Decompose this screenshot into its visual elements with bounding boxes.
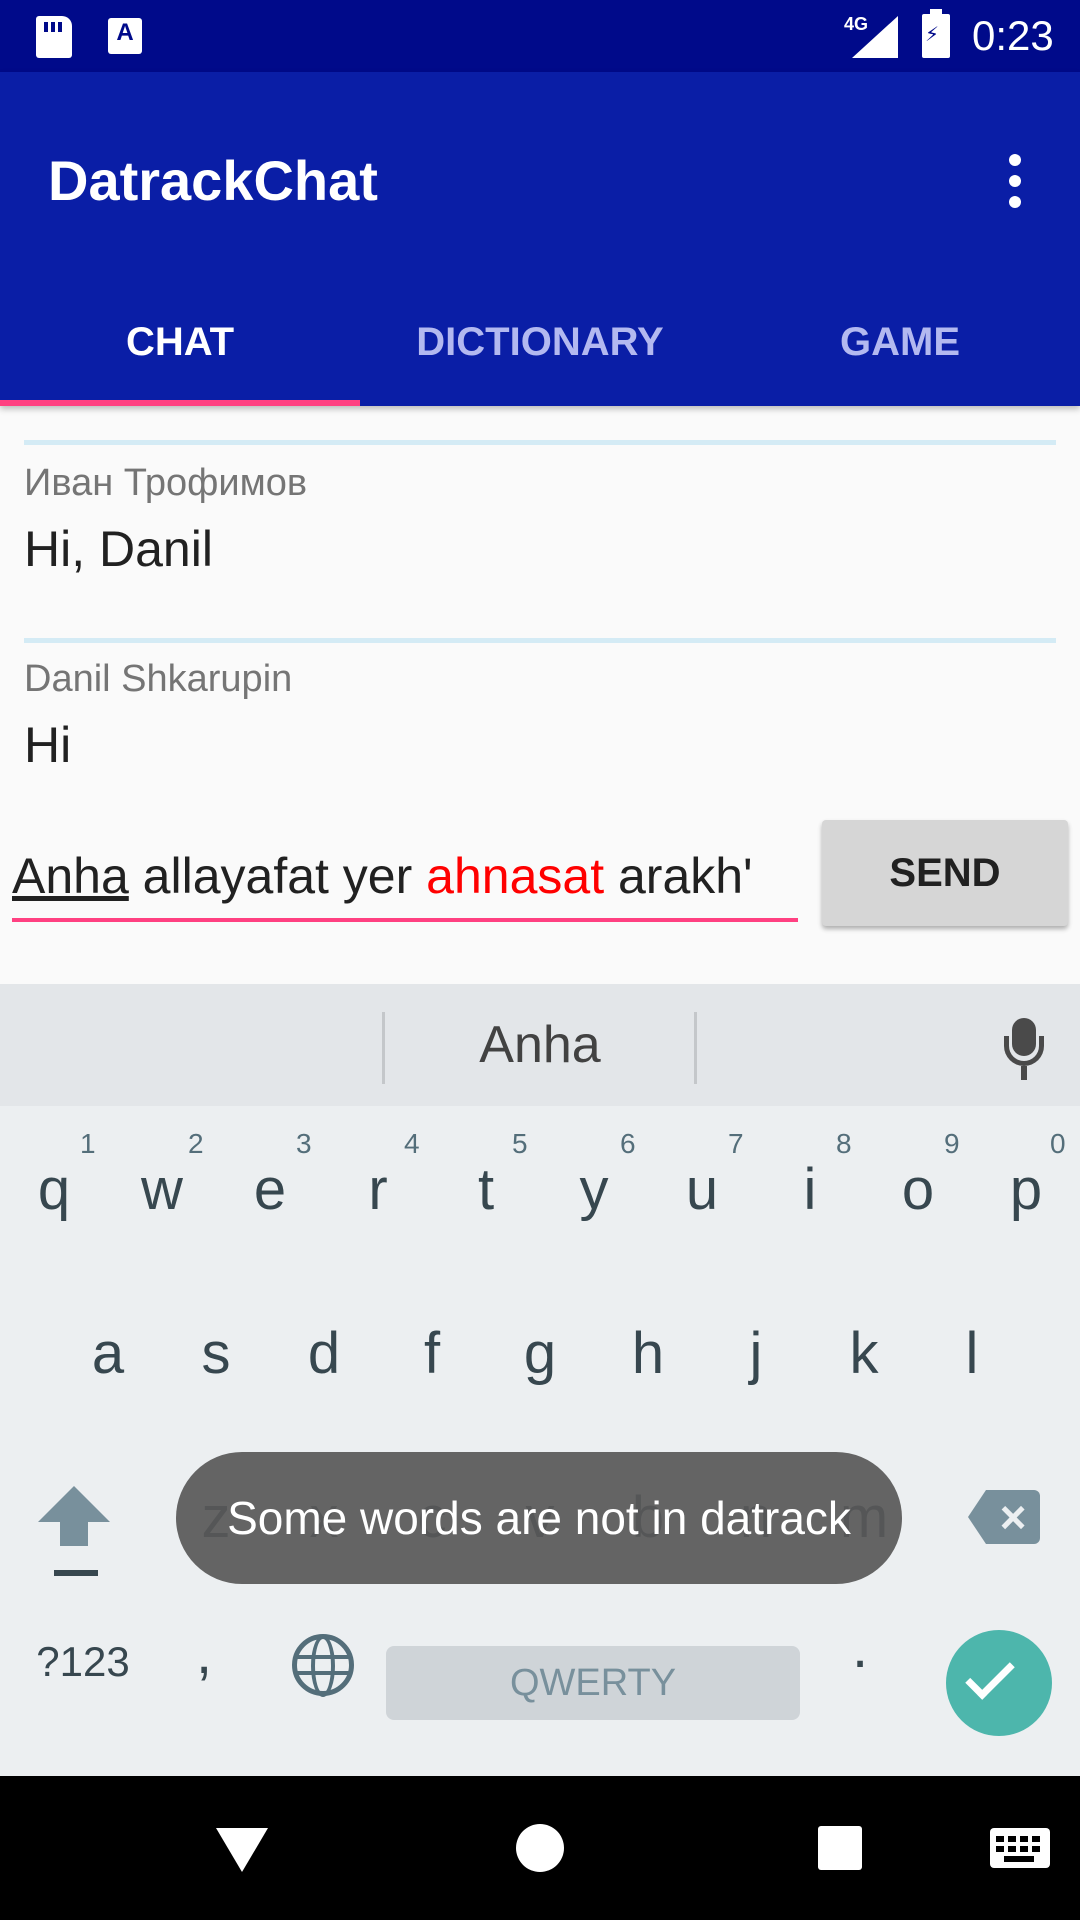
key-q[interactable]: q [0, 1156, 108, 1223]
suggestion-bar: Anha [0, 984, 1080, 1106]
key-f[interactable]: f [378, 1320, 486, 1387]
suggestion-separator [694, 1012, 697, 1084]
key-hint-3: 3 [296, 1128, 312, 1159]
message-author: Danil Shkarupin [24, 658, 293, 700]
input-underline [12, 918, 798, 922]
key-h[interactable]: h [594, 1320, 702, 1387]
home-icon[interactable] [516, 1824, 564, 1872]
system-nav-bar [0, 1776, 1080, 1920]
message-author: Иван Трофимов [24, 462, 308, 504]
tab-bar: CHAT DICTIONARY GAME [0, 302, 1080, 406]
recents-icon[interactable] [818, 1826, 862, 1870]
input-word-unknown: Anha [12, 848, 129, 904]
key-hint-5: 5 [512, 1128, 528, 1159]
message-text: Hi, Danil [24, 521, 213, 577]
key-hint-7: 7 [728, 1128, 744, 1159]
status-bar: A 4G 0:23 [0, 0, 1080, 72]
comma-key[interactable]: , [196, 1620, 212, 1687]
check-icon [965, 1650, 1015, 1700]
send-button[interactable]: SEND [822, 820, 1068, 926]
battery-charging-icon [922, 9, 950, 58]
period-key[interactable]: . [852, 1614, 868, 1681]
message-divider [24, 440, 1056, 445]
symbols-key[interactable]: ?123 [18, 1638, 148, 1686]
input-word: arakh' [604, 848, 753, 904]
message-input[interactable]: Anha allayafat yer ahnasat arakh' [12, 836, 798, 916]
app-bar: DatrackChat CHAT DICTIONARY GAME [0, 72, 1080, 406]
key-d[interactable]: d [270, 1320, 378, 1387]
tab-game[interactable]: GAME [720, 302, 1080, 406]
key-hint-6: 6 [620, 1128, 636, 1159]
key-hint-2: 2 [188, 1128, 204, 1159]
backspace-key-icon[interactable]: × [968, 1490, 1040, 1544]
overflow-menu-icon[interactable] [1000, 154, 1030, 214]
enter-check-key[interactable] [946, 1630, 1052, 1736]
app-title: DatrackChat [48, 149, 378, 212]
key-hint-9: 9 [944, 1128, 960, 1159]
key-l[interactable]: l [918, 1320, 1026, 1387]
input-word-highlighted: ahnasat [426, 848, 605, 904]
key-u[interactable]: u [648, 1156, 756, 1223]
soft-keyboard: Anha q w e r t y u i o p 1 2 3 4 5 6 7 8… [0, 984, 1080, 1776]
message-divider [24, 638, 1056, 643]
input-word: allayafat yer [128, 848, 427, 904]
key-hint-1: 1 [80, 1128, 96, 1159]
sd-card-icon [36, 16, 72, 58]
key-w[interactable]: w [108, 1156, 216, 1223]
key-y[interactable]: y [540, 1156, 648, 1223]
key-o[interactable]: o [864, 1156, 972, 1223]
clock: 0:23 [972, 12, 1054, 59]
suggestion-word[interactable]: Anha [384, 984, 696, 1106]
key-hint-4: 4 [404, 1128, 420, 1159]
space-bar[interactable]: QWERTY [386, 1646, 800, 1720]
key-t[interactable]: t [432, 1156, 540, 1223]
key-g[interactable]: g [486, 1320, 594, 1387]
microphone-icon[interactable] [1000, 1018, 1048, 1084]
key-k[interactable]: k [810, 1320, 918, 1387]
tab-dictionary[interactable]: DICTIONARY [360, 302, 720, 406]
message-text: Hi [24, 717, 72, 773]
key-p[interactable]: p [972, 1156, 1080, 1223]
key-e[interactable]: e [216, 1156, 324, 1223]
key-j[interactable]: j [702, 1320, 810, 1387]
globe-language-icon[interactable] [292, 1634, 354, 1697]
signal-icon [852, 16, 898, 58]
key-r[interactable]: r [324, 1156, 432, 1223]
key-s[interactable]: s [162, 1320, 270, 1387]
active-tab-indicator [0, 400, 360, 406]
back-icon[interactable] [216, 1828, 268, 1872]
tab-chat[interactable]: CHAT [0, 302, 360, 406]
keyboard-notification-icon: A [108, 18, 142, 54]
keyboard-switch-icon[interactable] [990, 1828, 1050, 1868]
shift-key-icon[interactable] [38, 1486, 114, 1576]
key-a[interactable]: a [54, 1320, 162, 1387]
key-i[interactable]: i [756, 1156, 864, 1223]
toast-message: Some words are not in datrack [176, 1452, 902, 1584]
key-hint-0: 0 [1050, 1128, 1066, 1159]
key-hint-8: 8 [836, 1128, 852, 1159]
